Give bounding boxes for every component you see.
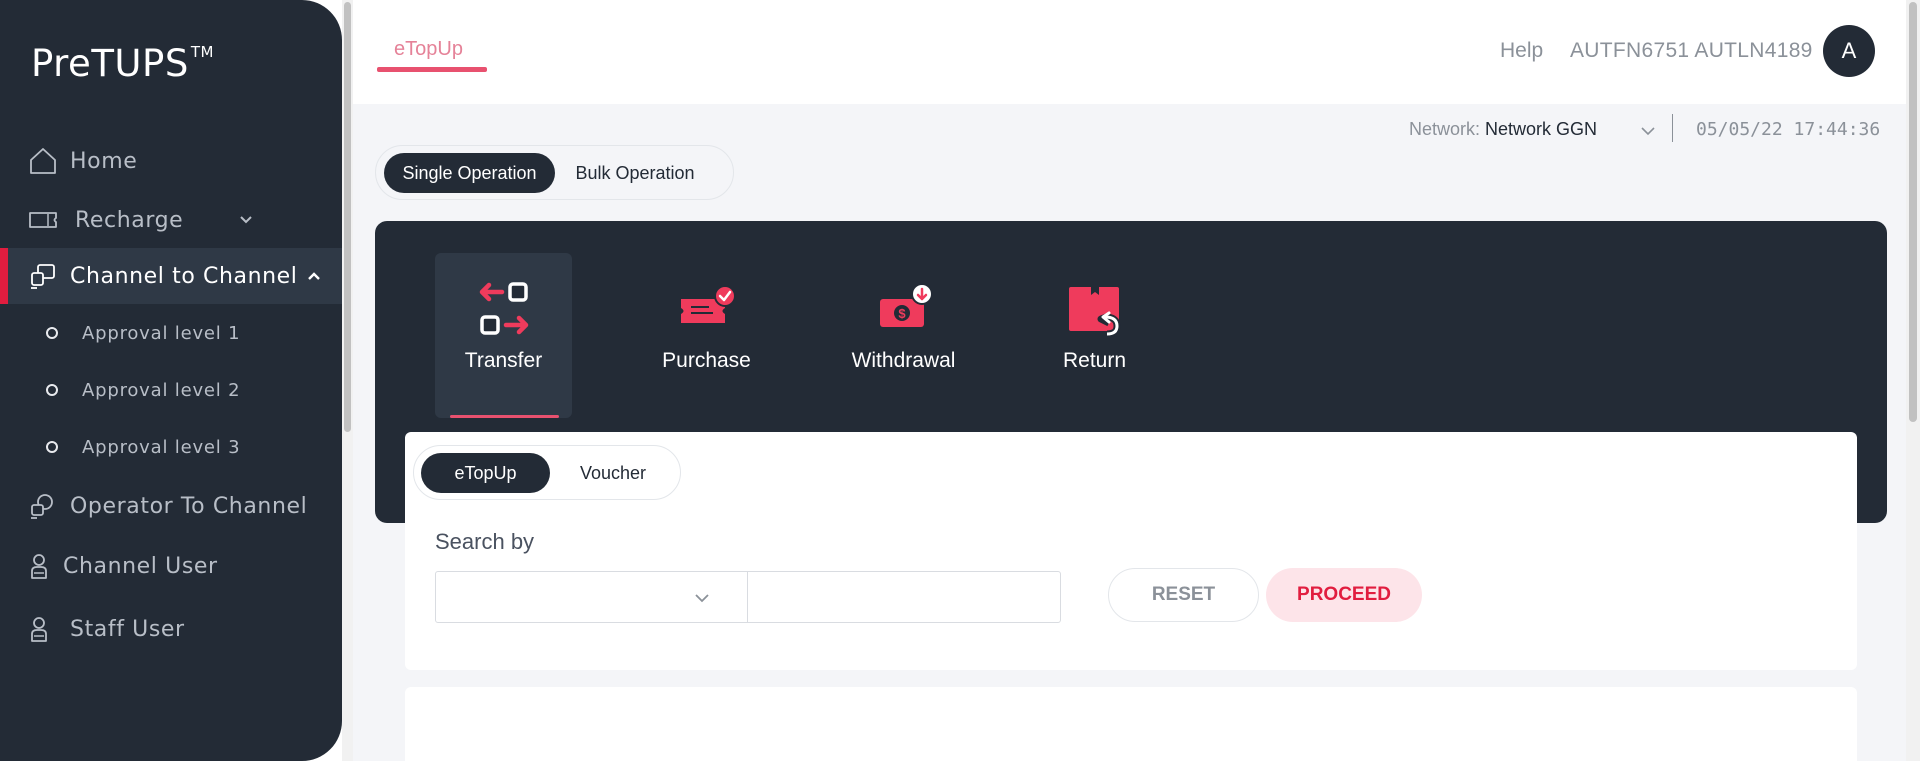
ticket-icon: [29, 212, 57, 228]
search-input[interactable]: [747, 571, 1061, 623]
user-icon: [31, 554, 47, 579]
return-icon: [1068, 287, 1121, 337]
avatar[interactable]: A: [1823, 25, 1875, 77]
help-link[interactable]: Help: [1500, 39, 1543, 63]
operation-label: Withdrawal: [851, 349, 956, 372]
sidebar-item-label: Home: [70, 148, 138, 174]
sidebar-subitem-approval-1[interactable]: Approval level 1: [0, 313, 342, 353]
etopup-button[interactable]: eTopUp: [421, 453, 550, 493]
scrollbar-thumb[interactable]: [1909, 2, 1917, 422]
reset-button[interactable]: RESET: [1108, 568, 1259, 622]
tab-underline: [377, 67, 487, 72]
bullet-icon: [46, 384, 58, 396]
sidebar-subitem-label: Approval level 2: [82, 379, 241, 401]
sidebar-subitem-approval-3[interactable]: Approval level 3: [0, 427, 342, 467]
page-scrollbar[interactable]: [1906, 0, 1920, 761]
operator-icon: [31, 494, 53, 519]
sidebar-item-channel-to-channel[interactable]: Channel to Channel: [0, 248, 342, 304]
operation-label: Return: [1062, 349, 1127, 372]
search-card: eTopUp Voucher Search by RESET PROCEED: [405, 432, 1857, 670]
sidebar-item-channel-user[interactable]: Channel User: [0, 538, 342, 594]
operation-mode-toggle: Single Operation Bulk Operation: [375, 145, 734, 200]
sidebar-scrollbar[interactable]: [342, 0, 353, 761]
purchase-icon: [680, 285, 736, 323]
transfer-icon: [479, 282, 528, 335]
sidebar-subitem-label: Approval level 1: [82, 322, 241, 344]
sidebar-item-label: Channel to Channel: [70, 263, 298, 289]
search-by-label: Search by: [435, 529, 535, 554]
search-by-select[interactable]: [435, 571, 748, 623]
withdrawal-option[interactable]: $ Withdrawal: [835, 253, 972, 418]
main-content: eTopUp Help AUTFN6751 AUTLN4189 A Networ…: [353, 0, 1906, 761]
chevron-down-icon[interactable]: [238, 212, 254, 228]
single-operation-button[interactable]: Single Operation: [384, 153, 555, 193]
sidebar-subitem-approval-2[interactable]: Approval level 2: [0, 370, 342, 410]
transfer-option[interactable]: Transfer: [435, 253, 572, 418]
network-value: Network GGN: [1485, 119, 1598, 139]
tab-etopup[interactable]: eTopUp: [394, 38, 463, 61]
sidebar-item-label: Operator To Channel: [70, 493, 308, 519]
sidebar-item-operator-to-channel[interactable]: Operator To Channel: [0, 478, 342, 534]
operation-label: Transfer: [464, 349, 543, 372]
svg-text:$: $: [898, 306, 906, 321]
proceed-button[interactable]: PROCEED: [1266, 568, 1422, 622]
sidebar-item-label: Channel User: [63, 553, 218, 579]
withdrawal-icon: $: [879, 283, 933, 327]
bullet-icon: [46, 327, 58, 339]
voucher-button[interactable]: Voucher: [554, 453, 672, 493]
top-bar: eTopUp Help AUTFN6751 AUTLN4189 A: [353, 0, 1906, 104]
user-icon: [31, 617, 47, 642]
active-indicator: [0, 248, 8, 304]
scrollbar-thumb[interactable]: [344, 2, 351, 432]
sidebar-subitem-label: Approval level 3: [82, 436, 241, 458]
sidebar: PreTUPS TM Home Recharge Channel to Chann…: [0, 0, 342, 761]
chevron-down-icon[interactable]: [1640, 123, 1656, 139]
datetime: 05/05/22 17:44:36: [1696, 119, 1881, 140]
bulk-operation-button[interactable]: Bulk Operation: [560, 153, 710, 193]
divider: [1672, 114, 1673, 142]
operation-label: Purchase: [662, 349, 751, 372]
sidebar-item-staff-user[interactable]: Staff User: [0, 601, 342, 657]
selected-underline: [450, 415, 559, 418]
sidebar-item-label: Recharge: [75, 207, 184, 233]
network-label: Network:: [1409, 119, 1481, 139]
purchase-option[interactable]: Purchase: [638, 253, 775, 418]
bullet-icon: [46, 441, 58, 453]
chevron-down-icon: [695, 594, 709, 603]
home-icon: [30, 148, 56, 174]
network-selector[interactable]: Network: Network GGN: [1409, 119, 1597, 140]
channel-icon: [31, 264, 55, 289]
user-name: AUTFN6751 AUTLN4189: [1570, 39, 1813, 62]
chevron-up-icon[interactable]: [306, 268, 322, 284]
results-card: [405, 687, 1857, 761]
product-toggle: eTopUp Voucher: [413, 445, 681, 500]
return-option[interactable]: Return: [1026, 253, 1163, 418]
sidebar-item-home[interactable]: Home: [0, 133, 342, 189]
sidebar-item-label: Staff User: [70, 616, 185, 642]
app-logo[interactable]: PreTUPS TM: [31, 42, 214, 85]
sidebar-item-recharge[interactable]: Recharge: [0, 192, 342, 248]
